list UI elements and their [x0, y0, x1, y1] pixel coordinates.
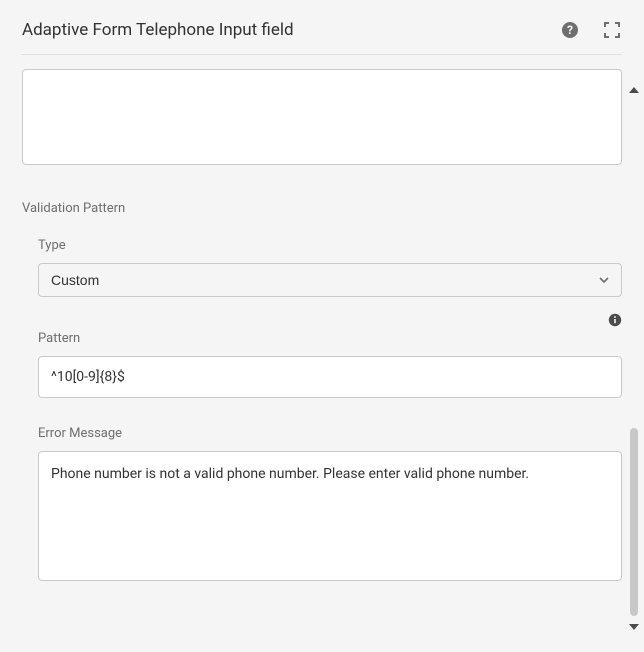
error-message-field-row: [38, 451, 622, 585]
type-label: Type: [38, 238, 622, 253]
scroll-down-icon[interactable]: [628, 622, 640, 632]
error-message-label: Error Message: [38, 426, 622, 441]
header-actions: ?: [560, 20, 622, 40]
type-select[interactable]: [38, 263, 622, 297]
error-message-textarea[interactable]: [38, 451, 622, 581]
svg-text:?: ?: [567, 23, 573, 37]
scrollbar-thumb[interactable]: [630, 428, 638, 616]
type-select-wrap: [38, 263, 622, 297]
properties-panel: Adaptive Form Telephone Input field ? Va…: [0, 0, 644, 652]
pattern-label: Pattern: [38, 331, 622, 346]
panel-title: Adaptive Form Telephone Input field: [22, 20, 294, 40]
scroll-up-icon[interactable]: [628, 85, 640, 95]
section-validation-pattern: Validation Pattern: [22, 201, 622, 216]
description-textarea[interactable]: [22, 69, 622, 165]
type-field-row: [38, 263, 622, 297]
panel-header: Adaptive Form Telephone Input field ?: [0, 0, 644, 54]
fullscreen-icon[interactable]: [602, 20, 622, 40]
panel-content: Validation Pattern Type Pattern Error Me…: [0, 55, 644, 585]
pattern-field-row: [38, 356, 622, 398]
pattern-input[interactable]: [38, 356, 622, 398]
help-icon[interactable]: ?: [560, 20, 580, 40]
pattern-info-row: [22, 313, 622, 327]
info-icon[interactable]: [608, 313, 622, 327]
